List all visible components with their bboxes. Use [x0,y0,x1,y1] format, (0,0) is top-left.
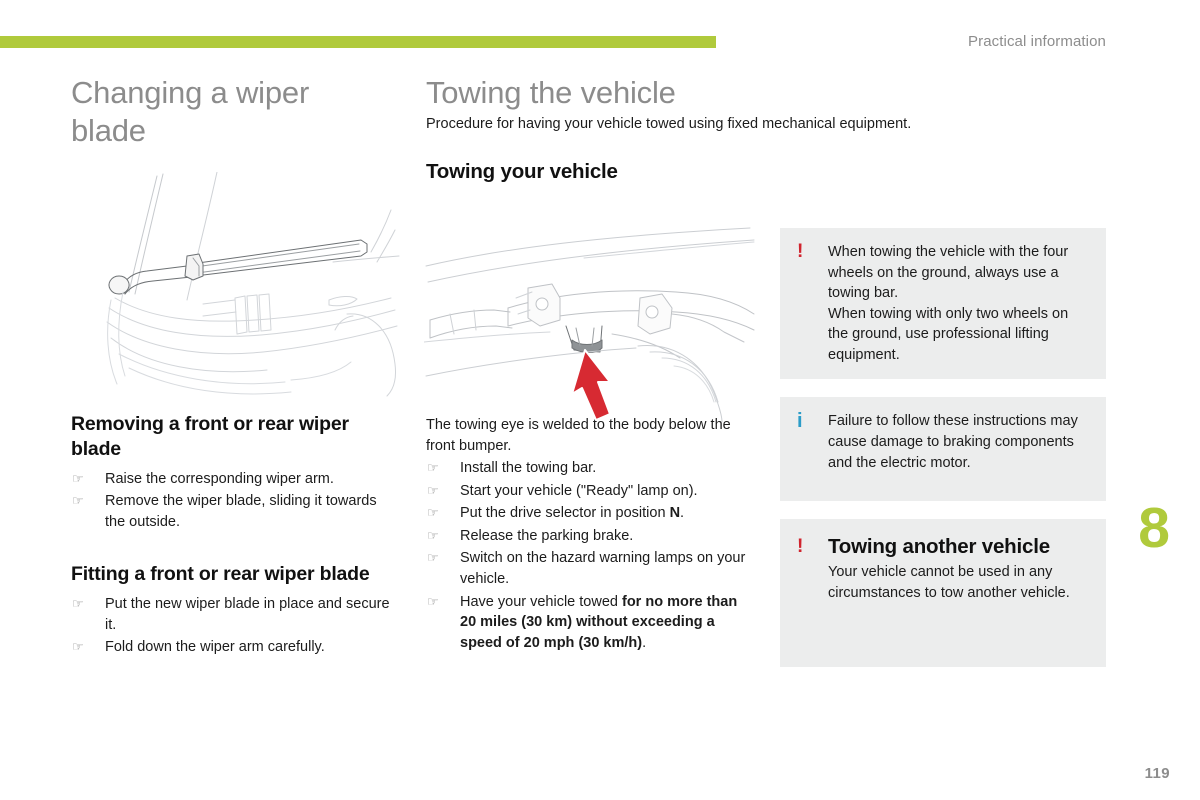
block-title-removing: Removing a front or rear wiper blade [71,412,349,460]
callout-text-line-1: When towing the vehicle with the four wh… [828,244,1069,302]
list-item-text: Switch on the hazard warning lamps on yo… [460,550,746,588]
pointing-hand-icon: ☞ [427,460,439,476]
information-i-icon: i [797,410,803,433]
callout-text-line-2: When towing with only two wheels on the … [828,305,1069,363]
pointing-hand-icon: ☞ [72,493,84,509]
list-item-text: Release the parking brake. [460,527,634,544]
page-title-changing-wiper-blade: Changing a wiper blade [71,75,310,148]
pointing-hand-icon: ☞ [72,596,84,612]
pointing-hand-icon: ☞ [72,470,84,486]
list-item: ☞ Start your vehicle ("Ready" lamp on). [426,481,752,502]
towing-intro-text: Procedure for having your vehicle towed … [426,115,912,132]
callout-warning-towing: ! When towing the vehicle with the four … [780,228,1106,380]
header-accent-bar [0,36,716,48]
list-item: ☞ Install the towing bar. [426,458,752,479]
section-title-towing-your-vehicle: Towing your vehicle [426,160,618,184]
list-item: ☞ Put the drive selector in position N. [426,503,752,524]
list-removing-steps: ☞ Raise the corresponding wiper arm. ☞ R… [71,469,391,533]
list-item-text: Put the new wiper blade in place and sec… [105,596,390,633]
callout-info-damage: i Failure to follow these instructions m… [780,397,1106,502]
list-item: ☞ Put the new wiper blade in place and s… [71,594,391,635]
list-item: ☞ Raise the corresponding wiper arm. [71,469,391,490]
callout-text: Your vehicle cannot be used in any circu… [828,564,1070,601]
list-towing-steps: ☞ Install the towing bar. ☞ Start your v… [426,458,752,653]
block-removing-wiper-blade: Removing a front or rear wiper blade ☞ R… [71,412,391,533]
list-item-text: Put the drive selector in position N. [460,505,685,522]
warning-exclamation-icon: ! [797,241,804,262]
section-header-label: Practical information [968,33,1106,50]
list-item: ☞ Remove the wiper blade, sliding it tow… [71,491,391,532]
list-item: ☞ Fold down the wiper arm carefully. [71,637,391,658]
callout-heading: Towing another vehicle [828,535,1050,559]
right-column-callouts: ! When towing the vehicle with the four … [780,228,1106,685]
list-item-text: Raise the corresponding wiper arm. [105,470,334,487]
page-number: 119 [1144,765,1170,782]
warning-exclamation-icon: ! [797,536,804,558]
list-item-text: Fold down the wiper arm carefully. [105,639,325,656]
list-item-text: Have your vehicle towed for no more than… [460,593,738,651]
pointing-hand-icon: ☞ [427,550,439,566]
callout-text: Failure to follow these instructions may… [828,413,1078,471]
list-item-text: Install the towing bar. [460,460,597,477]
illustration-towing-eye [424,222,756,422]
list-item: ☞ Switch on the hazard warning lamps on … [426,548,752,589]
illustration-wiper-arm [95,172,405,404]
pointing-hand-icon: ☞ [427,527,439,543]
pointing-hand-icon: ☞ [427,593,439,609]
chapter-number-tab: 8 [1138,496,1170,560]
block-title-fitting: Fitting a front or rear wiper blade [71,563,370,586]
pointing-hand-icon: ☞ [427,482,439,498]
red-arrow-indicator [571,349,611,421]
list-item-text: Start your vehicle ("Ready" lamp on). [460,482,698,499]
callout-tow-another-vehicle: ! Towing another vehicle Your vehicle ca… [780,519,1106,668]
list-fitting-steps: ☞ Put the new wiper blade in place and s… [71,594,391,658]
pointing-hand-icon: ☞ [427,505,439,521]
block-fitting-wiper-blade: Fitting a front or rear wiper blade ☞ Pu… [71,562,391,658]
list-item: ☞ Have your vehicle towed for no more th… [426,592,752,654]
list-item-text: Remove the wiper blade, sliding it towar… [105,493,377,530]
pointing-hand-icon: ☞ [72,639,84,655]
page-title-towing-the-vehicle: Towing the vehicle [426,75,676,110]
list-item: ☞ Release the parking brake. [426,526,752,547]
